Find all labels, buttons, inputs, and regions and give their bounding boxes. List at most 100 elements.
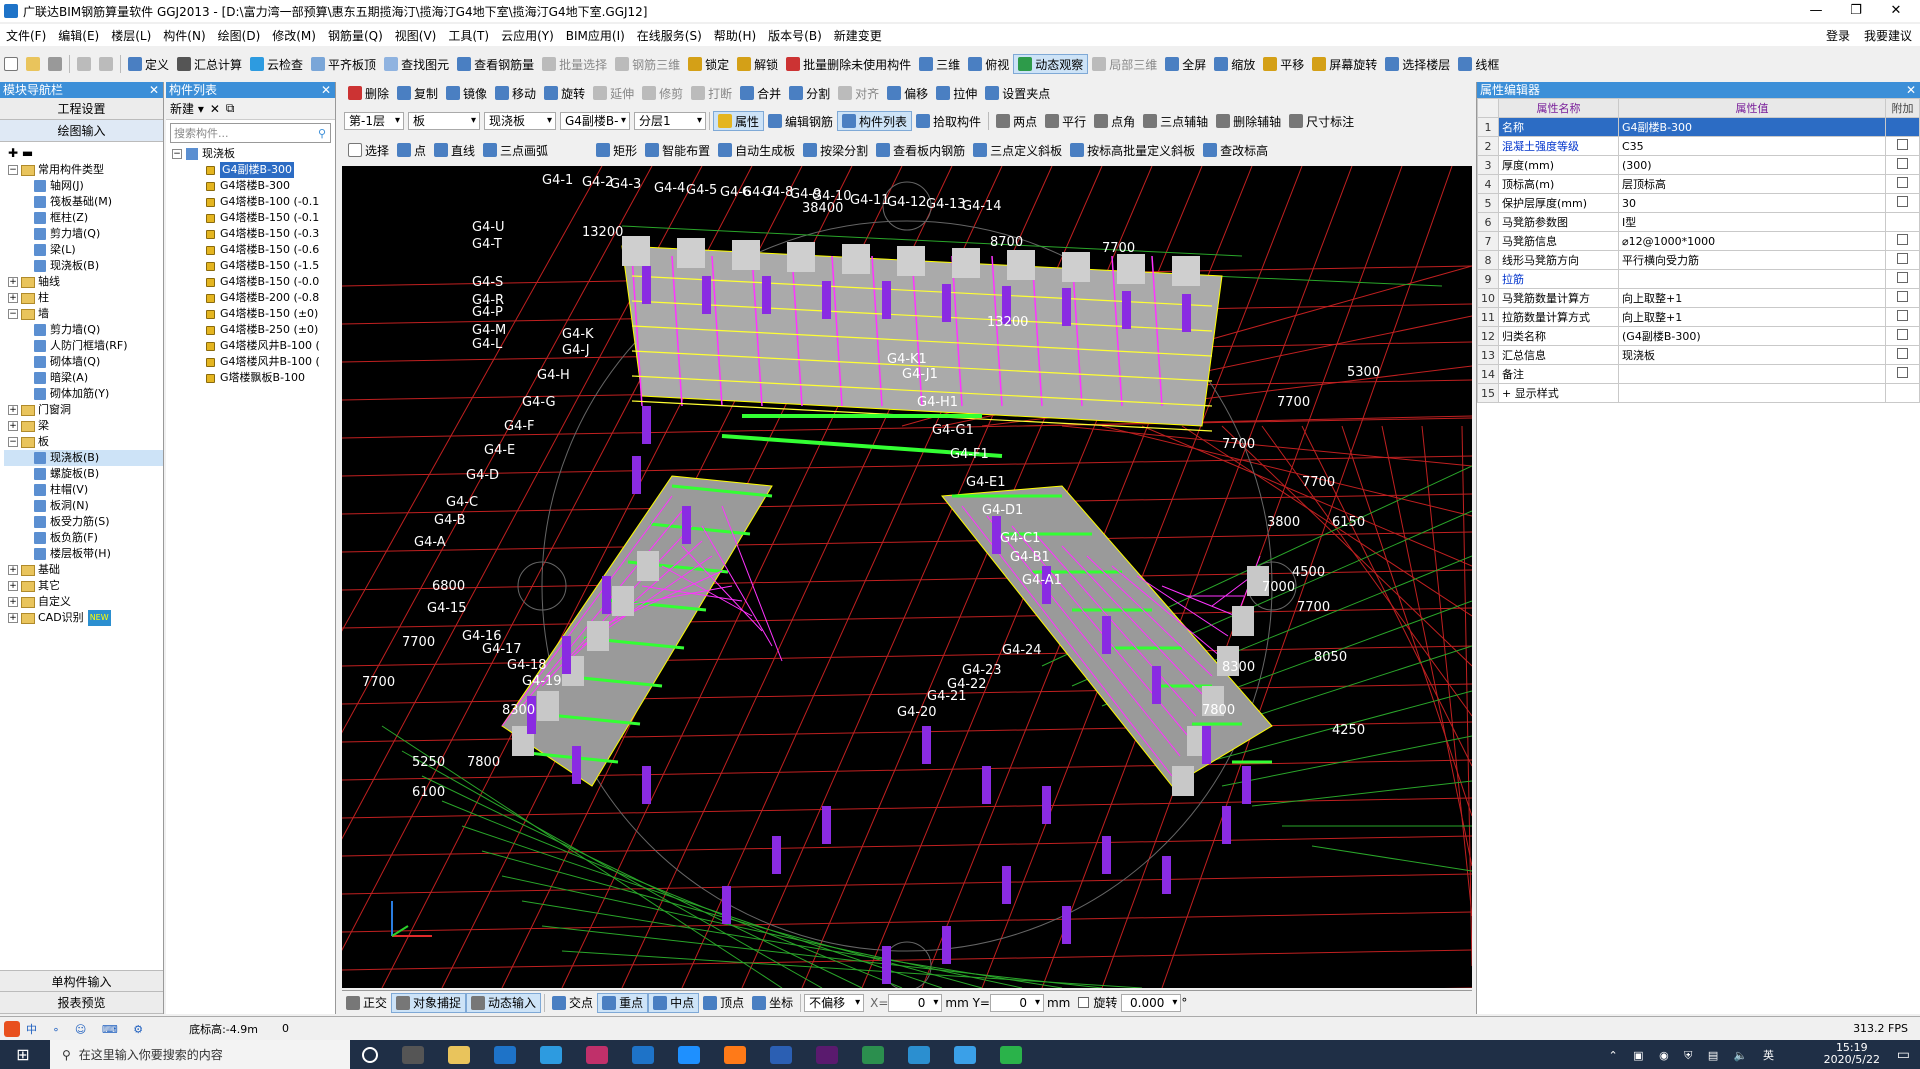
ortho-toggle[interactable]: 正交: [342, 993, 391, 1013]
property-value[interactable]: 向上取整+1: [1618, 288, 1886, 308]
property-row[interactable]: 13 汇总信息 现浇板: [1477, 345, 1920, 365]
nav-tree-item[interactable]: 框柱(Z): [4, 210, 163, 226]
expand-icon[interactable]: +: [8, 405, 18, 415]
offset-select[interactable]: 不偏移: [804, 993, 865, 1012]
property-value[interactable]: 现浇板: [1618, 345, 1886, 365]
menu-floor[interactable]: 楼层(L): [105, 27, 157, 44]
ggj-app-icon[interactable]: [954, 1045, 976, 1064]
nav-tree-item[interactable]: 砌体墙(Q): [4, 354, 163, 370]
component-list-item[interactable]: G4塔楼B-200 (-0.8: [166, 290, 335, 306]
delete-axis-button[interactable]: 删除辅轴: [1212, 111, 1285, 131]
expand-icon[interactable]: +: [8, 277, 18, 287]
find-element-button[interactable]: 查找图元: [380, 54, 453, 74]
move-button[interactable]: 移动: [491, 83, 540, 103]
expand-icon[interactable]: +: [8, 293, 18, 303]
property-row[interactable]: 3 厚度(mm) (300): [1477, 155, 1920, 175]
nav-tree-item[interactable]: + 轴线: [4, 274, 163, 290]
attach-checkbox[interactable]: [1885, 231, 1920, 251]
ime-tools-icon[interactable]: 中 ∘ ☺ ⌨ ⚙: [26, 1021, 149, 1037]
nav-tree-item[interactable]: + 自定义: [4, 594, 163, 610]
split-by-beam-button[interactable]: 按梁分割: [799, 140, 872, 160]
break-button[interactable]: 打断: [687, 83, 736, 103]
menu-cloud[interactable]: 云应用(Y): [495, 27, 560, 44]
component-select[interactable]: G4副楼B-: [560, 112, 630, 130]
ime-icon[interactable]: [4, 1020, 20, 1037]
nav-tree-item[interactable]: 轴网(J): [4, 178, 163, 194]
property-row[interactable]: 5 保护层厚度(mm) 30: [1477, 193, 1920, 213]
property-row[interactable]: 10 马凳筋数量计算方 向上取整+1: [1477, 288, 1920, 308]
nav-tree-item[interactable]: 暗梁(A): [4, 370, 163, 386]
menu-online[interactable]: 在线服务(S): [631, 27, 708, 44]
component-list-item[interactable]: G4塔楼B-150 (-0.6: [166, 242, 335, 258]
task-view-icon[interactable]: [402, 1045, 424, 1064]
nav-tree-item[interactable]: + 基础: [4, 562, 163, 578]
nav-tree-item[interactable]: 现浇板(B): [4, 258, 163, 274]
stretch-button[interactable]: 拉伸: [932, 83, 981, 103]
menu-tools[interactable]: 工具(T): [442, 27, 495, 44]
property-row[interactable]: 2 混凝土强度等级 C35: [1477, 136, 1920, 156]
object-snap-toggle[interactable]: 对象捕捉: [391, 992, 467, 1013]
attach-checkbox[interactable]: [1885, 193, 1920, 213]
taskbar-search[interactable]: ⚲ 在这里输入你要搜索的内容: [50, 1040, 350, 1069]
menu-draw[interactable]: 绘图(D): [212, 27, 267, 44]
delete-icon[interactable]: ✕: [210, 102, 220, 116]
perpendicular-snap[interactable]: 重点: [597, 992, 649, 1013]
component-list-item[interactable]: G4塔楼B-300: [166, 178, 335, 194]
nav-tree-item[interactable]: 板受力筋(S): [4, 514, 163, 530]
single-component-input-button[interactable]: 单构件输入: [0, 970, 163, 992]
subtype-select[interactable]: 现浇板: [484, 112, 556, 130]
type-select[interactable]: 板: [408, 112, 480, 130]
summary-calc-button[interactable]: 汇总计算: [173, 54, 246, 74]
property-value[interactable]: [1618, 364, 1886, 384]
nav-tree-item[interactable]: 剪力墙(Q): [4, 322, 163, 338]
property-value[interactable]: ⌀12@1000*1000: [1618, 231, 1886, 251]
expand-icon[interactable]: −: [8, 165, 18, 175]
premiere-icon[interactable]: [816, 1045, 838, 1064]
smart-layout-button[interactable]: 智能布置: [641, 140, 714, 160]
project-settings-button[interactable]: 工程设置: [0, 98, 163, 120]
new-file-button[interactable]: [0, 54, 22, 74]
property-row[interactable]: 1 名称 G4副楼B-300: [1477, 117, 1920, 137]
define-button[interactable]: 定义: [124, 54, 173, 74]
app-blue-icon[interactable]: [632, 1045, 654, 1064]
app-pink-icon[interactable]: [586, 1045, 608, 1064]
property-row[interactable]: 15 + 显示样式: [1477, 383, 1920, 403]
search-icon[interactable]: ⚲: [318, 127, 326, 140]
dimension-button[interactable]: 尺寸标注: [1285, 111, 1358, 131]
x-input[interactable]: 0: [888, 993, 943, 1012]
app-green-icon[interactable]: [862, 1045, 884, 1064]
expand-icon[interactable]: −: [8, 309, 18, 319]
component-list-item[interactable]: G4塔楼B-150 (-1.5: [166, 258, 335, 274]
nav-tree-item[interactable]: 梁(L): [4, 242, 163, 258]
edit-elevation-button[interactable]: 查改标高: [1199, 140, 1272, 160]
batch-select-button[interactable]: 批量选择: [538, 54, 611, 74]
3d-drawing-canvas[interactable]: G4-1 G4-2 G4-3 G4-4 G4-5 G4-6 G4-7 G4-8 G4-9 G4-1…: [342, 166, 1472, 988]
edit-rebar-button[interactable]: 编辑钢筋: [764, 111, 837, 131]
top-view-button[interactable]: 俯视: [964, 54, 1013, 74]
fullscreen-button[interactable]: 全屏: [1161, 54, 1210, 74]
report-preview-button[interactable]: 报表预览: [0, 992, 163, 1014]
nav-tree-item[interactable]: 筏板基础(M): [4, 194, 163, 210]
cad-app-icon[interactable]: [908, 1045, 930, 1064]
view-rebar-qty-button[interactable]: 查看钢筋量: [453, 54, 538, 74]
nav-tree-item[interactable]: − 常用构件类型: [4, 162, 163, 178]
parallel-button[interactable]: 平行: [1041, 111, 1090, 131]
menu-new-change[interactable]: 新建变更: [828, 27, 888, 44]
menu-modify[interactable]: 修改(M): [266, 27, 322, 44]
dynamic-input-toggle[interactable]: 动态输入: [466, 992, 542, 1013]
point-button[interactable]: 点: [393, 140, 430, 160]
point-angle-button[interactable]: 点角: [1090, 111, 1139, 131]
nav-tree-item[interactable]: + 梁: [4, 418, 163, 434]
y-input[interactable]: 0: [989, 993, 1044, 1012]
cad-view-svg[interactable]: G4-1 G4-2G4-3 G4-4 G4-5 G4-6G4-7G4-8G4-9G4-1…: [342, 166, 1472, 988]
pick-component-button[interactable]: 拾取构件: [912, 111, 985, 131]
component-list-item[interactable]: G塔楼飘板B-100: [166, 370, 335, 386]
file-explorer-icon[interactable]: [448, 1045, 470, 1064]
unlock-button[interactable]: 解锁: [733, 54, 782, 74]
expand-icon[interactable]: +: [8, 421, 18, 431]
minimize-button[interactable]: —: [1796, 0, 1836, 22]
component-list-item[interactable]: G4副楼B-300: [166, 162, 335, 178]
set-grip-button[interactable]: 设置夹点: [981, 83, 1054, 103]
nav-tree-item[interactable]: + CAD识别 NEW: [4, 610, 163, 626]
component-list-item[interactable]: G4塔楼B-250 (±0): [166, 322, 335, 338]
